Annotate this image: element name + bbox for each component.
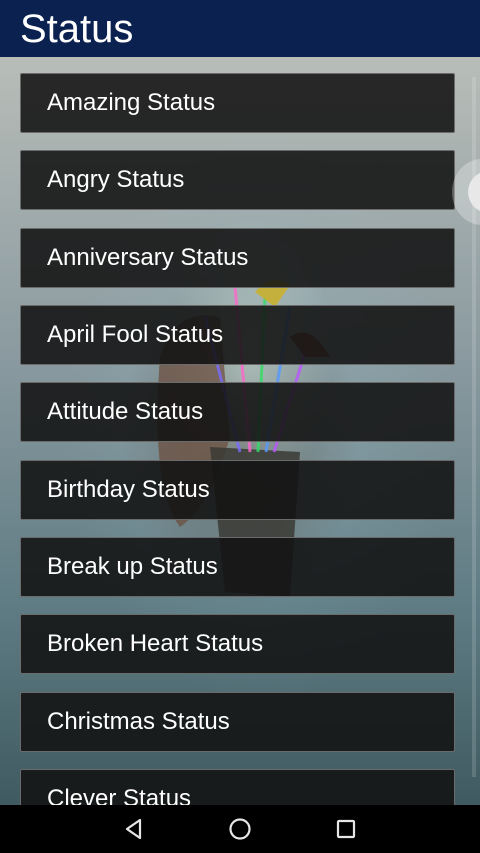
list-item-label: Amazing Status xyxy=(47,89,216,116)
list-item-label: Christmas Status xyxy=(47,708,230,735)
system-nav-bar xyxy=(0,805,480,853)
status-list-container[interactable]: Amazing Status Angry Status Anniversary … xyxy=(0,57,480,805)
recents-square-icon[interactable] xyxy=(332,815,360,843)
list-item-angry-status[interactable]: Angry Status xyxy=(20,150,455,210)
list-item-label: Break up Status xyxy=(47,553,218,580)
list-item-label: Attitude Status xyxy=(47,398,204,425)
list-item-label: April Fool Status xyxy=(47,321,224,348)
list-item-attitude-status[interactable]: Attitude Status xyxy=(20,382,455,442)
back-triangle-icon[interactable] xyxy=(120,815,148,843)
list-item-birthday-status[interactable]: Birthday Status xyxy=(20,460,455,520)
list-item-anniversary-status[interactable]: Anniversary Status xyxy=(20,228,455,288)
list-item-christmas-status[interactable]: Christmas Status xyxy=(20,692,455,752)
app-bar: Status xyxy=(0,0,480,57)
list-item-break-up-status[interactable]: Break up Status xyxy=(20,537,455,597)
list-item-label: Birthday Status xyxy=(47,476,210,503)
list-item-april-fool-status[interactable]: April Fool Status xyxy=(20,305,455,365)
fast-scroll-handle[interactable] xyxy=(468,171,480,213)
page-title: Status xyxy=(20,7,134,51)
list-item-label: Anniversary Status xyxy=(47,244,249,271)
list-item-label: Clever Status xyxy=(47,785,192,805)
list-item-label: Angry Status xyxy=(47,166,185,193)
list-item-label: Broken Heart Status xyxy=(47,630,264,657)
list-item-clever-status[interactable]: Clever Status xyxy=(20,769,455,805)
list-item-broken-heart-status[interactable]: Broken Heart Status xyxy=(20,614,455,674)
list-item-amazing-status[interactable]: Amazing Status xyxy=(20,73,455,133)
home-circle-icon[interactable] xyxy=(226,815,254,843)
